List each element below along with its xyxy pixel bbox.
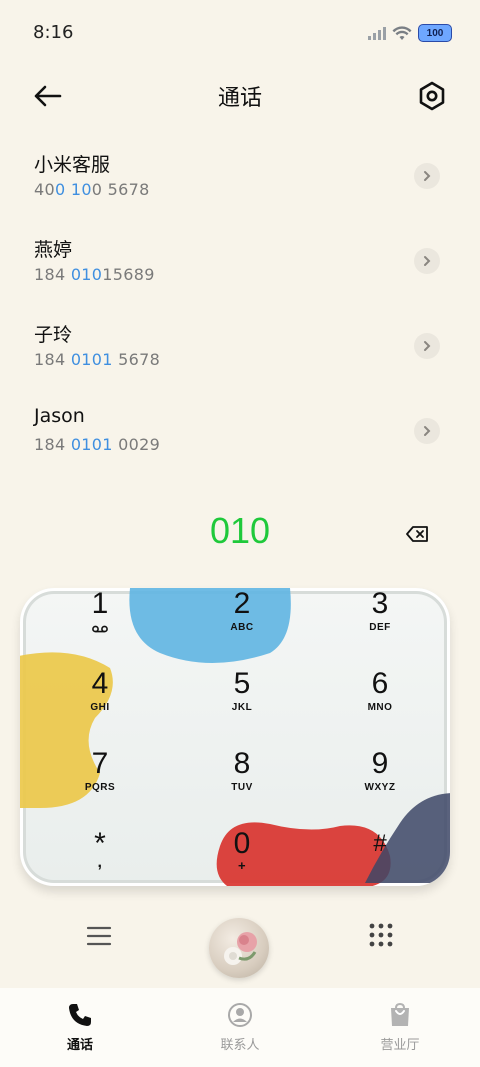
contact-row[interactable]: 燕婷 184 01015689 (0, 225, 480, 310)
settings-icon[interactable] (414, 78, 450, 114)
phone-icon (69, 1004, 91, 1026)
chevron-right-icon (424, 171, 431, 181)
key-8[interactable]: 8 TUV (192, 748, 292, 818)
key-9[interactable]: 9 WXYZ (330, 748, 430, 818)
key-1[interactable]: 1 (50, 588, 150, 658)
contact-number: 184 0101 5678 (34, 350, 161, 369)
voicemail-icon (92, 625, 108, 633)
call-button[interactable] (209, 918, 269, 978)
tab-label: 营业厅 (380, 1038, 420, 1053)
bottom-controls (0, 910, 480, 980)
battery-indicator: 100 (418, 24, 452, 42)
contact-detail-button[interactable] (414, 163, 440, 189)
contact-name: 燕婷 (34, 239, 73, 261)
key-4[interactable]: 4 GHI (50, 668, 150, 738)
contact-number: 184 0101 0029 (34, 435, 161, 454)
contact-detail-button[interactable] (414, 333, 440, 359)
key-5[interactable]: 5 JKL (192, 668, 292, 738)
contact-name: 子玲 (34, 324, 73, 346)
key-hash[interactable]: # (330, 828, 430, 886)
menu-icon[interactable] (86, 924, 112, 948)
contact-name: Jason (34, 405, 85, 427)
contact-number: 184 01015689 (34, 265, 155, 284)
dial-keypad: 1 2 ABC 3 DEF 4 GHI 5 JKL 6 MNO 7 PQRS 8… (20, 588, 450, 886)
contact-row[interactable]: Jason 184 0101 0029 (0, 395, 480, 480)
dialpad-icon[interactable] (368, 922, 394, 948)
tab-label: 通话 (66, 1038, 93, 1053)
contact-list: 小米客服 400 100 5678 燕婷 184 01015689 子玲 184… (0, 140, 480, 480)
chevron-right-icon (424, 341, 431, 351)
key-6[interactable]: 6 MNO (330, 668, 430, 738)
flower-icon (224, 932, 257, 965)
chevron-right-icon (424, 426, 431, 436)
tab-bar: 通话 联系人 营业厅 (0, 988, 480, 1067)
key-3[interactable]: 3 DEF (330, 588, 430, 658)
contact-icon (228, 1003, 252, 1027)
wifi-icon (392, 25, 412, 40)
contact-number: 400 100 5678 (34, 180, 150, 199)
tab-store[interactable]: 营业厅 (320, 988, 480, 1067)
contact-row[interactable]: 子玲 184 0101 5678 (0, 310, 480, 395)
key-0[interactable]: 0 + (192, 828, 292, 886)
key-2[interactable]: 2 ABC (192, 588, 292, 658)
status-time: 8:16 (33, 22, 74, 43)
key-star[interactable]: * , (50, 828, 150, 886)
page-title: 通话 (217, 86, 262, 111)
tab-label: 联系人 (220, 1038, 260, 1053)
backspace-icon[interactable] (406, 524, 430, 544)
store-icon (391, 1002, 409, 1026)
chevron-right-icon (424, 256, 431, 266)
tab-calls[interactable]: 通话 (0, 988, 160, 1067)
signal-icon (368, 27, 386, 40)
contact-row[interactable]: 小米客服 400 100 5678 (0, 140, 480, 225)
header: 通话 (0, 70, 480, 120)
contact-name: 小米客服 (34, 154, 111, 176)
key-7[interactable]: 7 PQRS (50, 748, 150, 818)
status-bar: 8:16 100 (0, 0, 480, 60)
contact-detail-button[interactable] (414, 418, 440, 444)
contact-detail-button[interactable] (414, 248, 440, 274)
tab-contacts[interactable]: 联系人 (160, 988, 320, 1067)
status-icons: 100 (368, 24, 452, 42)
